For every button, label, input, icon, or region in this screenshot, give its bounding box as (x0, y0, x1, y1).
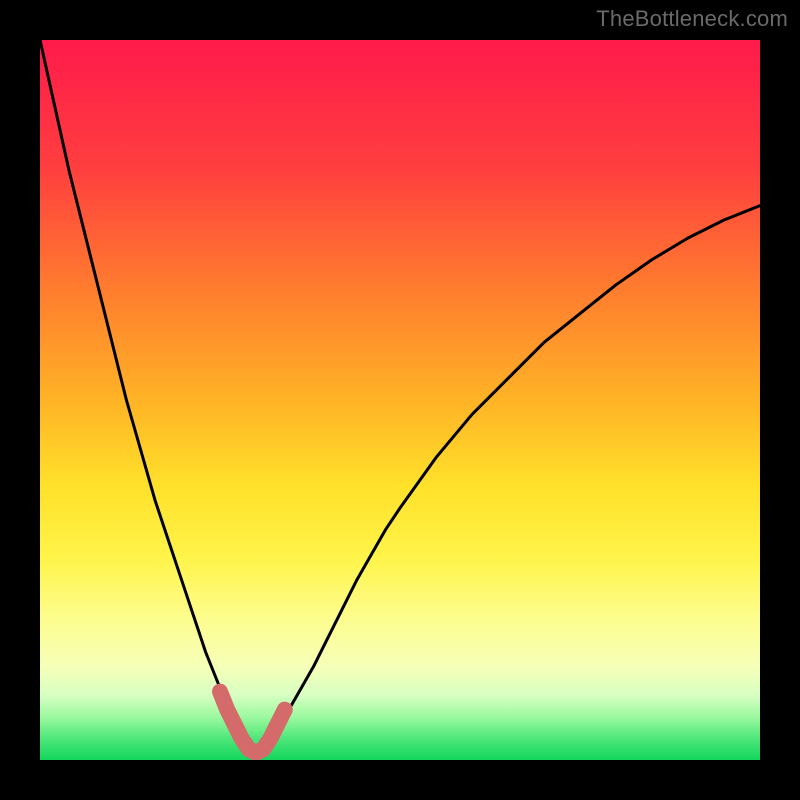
chart-frame: TheBottleneck.com (0, 0, 800, 800)
curve-right (256, 206, 760, 753)
watermark-text: TheBottleneck.com (596, 6, 788, 32)
plot-area (40, 40, 760, 760)
curve-svg (40, 40, 760, 760)
marker-band (220, 692, 285, 753)
curve-left (40, 40, 256, 753)
